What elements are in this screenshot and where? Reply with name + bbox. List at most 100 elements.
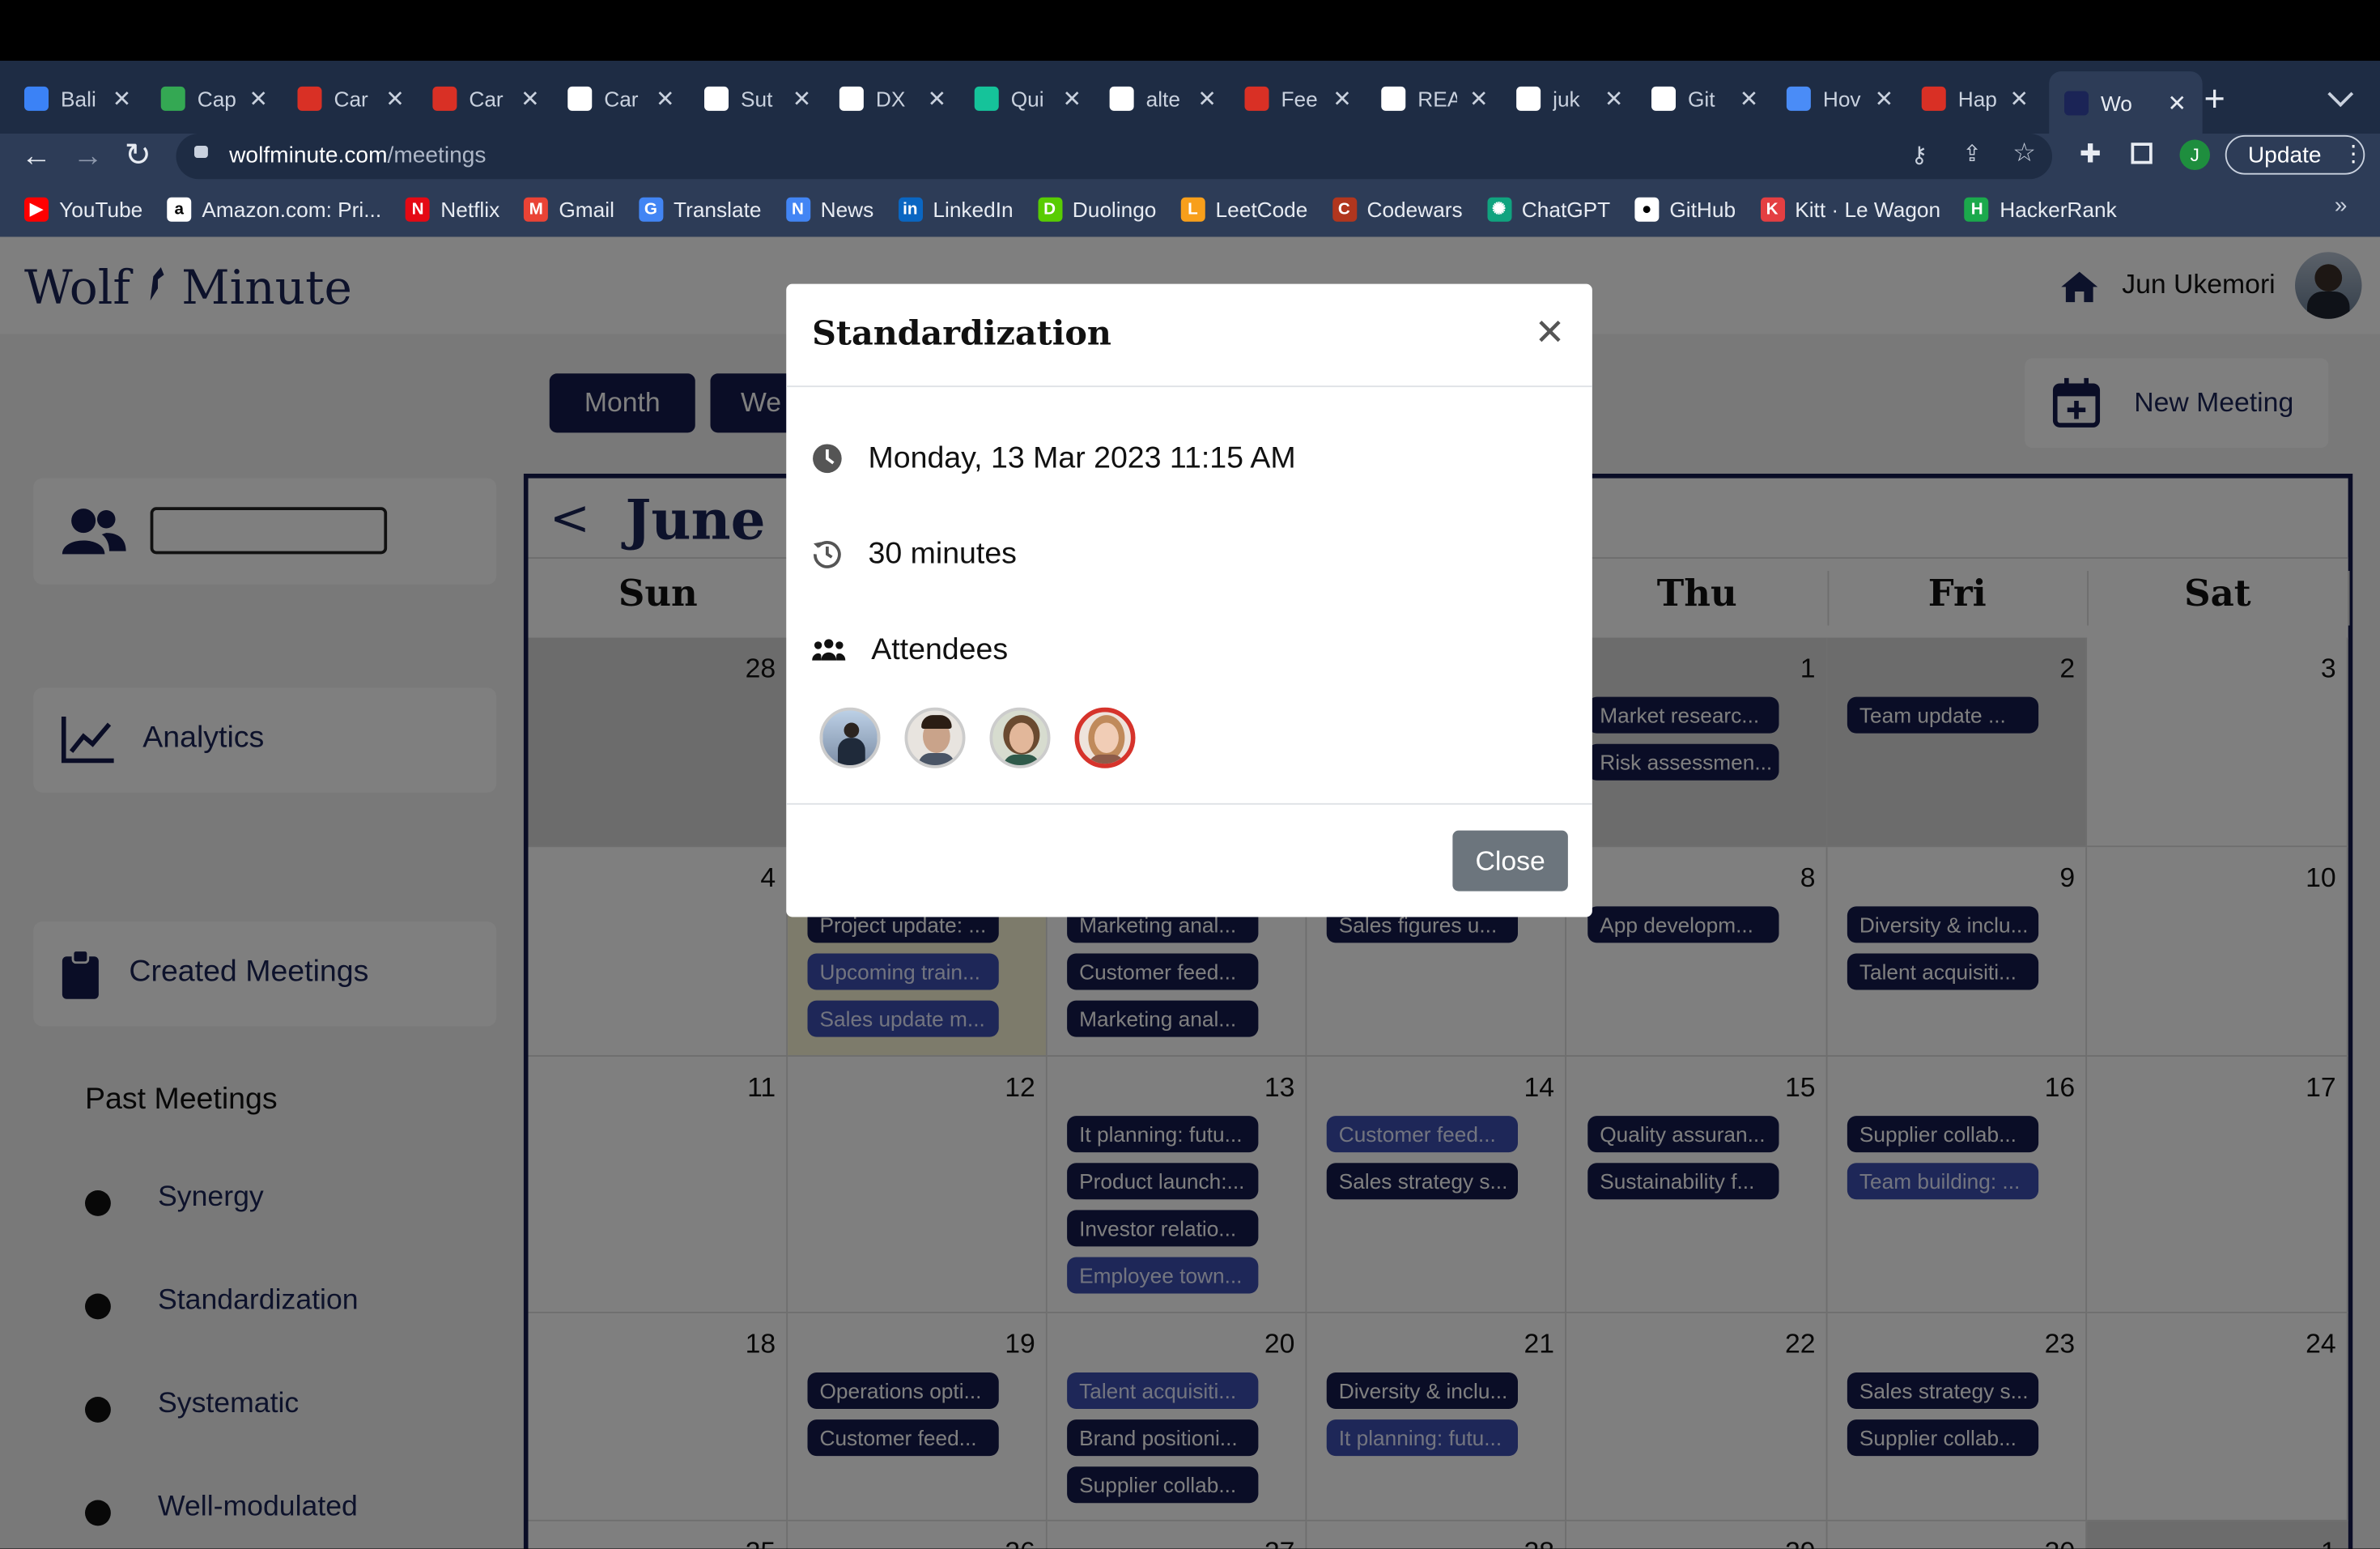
browser-tab[interactable]: Cap ✕ — [160, 73, 269, 125]
browser-tab[interactable]: Hap ✕ — [1921, 73, 2029, 125]
tab-close-icon[interactable]: ✕ — [521, 85, 540, 113]
tab-close-icon[interactable]: ✕ — [656, 85, 675, 113]
key-icon[interactable]: ⚷ — [1911, 141, 1928, 168]
tab-favicon-icon — [24, 86, 49, 111]
attendee-avatar[interactable] — [904, 707, 966, 768]
tab-favicon-icon — [1921, 86, 1946, 111]
close-button[interactable]: Close — [1452, 830, 1568, 892]
menu-dots-icon[interactable]: ⋮ — [2342, 140, 2365, 167]
reload-icon[interactable]: ↻ — [125, 137, 151, 175]
tab-close-icon[interactable]: ✕ — [385, 85, 405, 113]
translate-icon: G — [638, 197, 663, 222]
youtube-icon: ▶ — [24, 197, 49, 222]
bookmark-item[interactable]: a Amazon.com: Pri... — [167, 197, 381, 222]
browser-tab[interactable]: Car ✕ — [297, 73, 405, 125]
back-arrow-icon[interactable]: ← — [21, 140, 52, 175]
tab-title: Bali — [61, 86, 96, 111]
bookmark-item[interactable]: ▶ YouTube — [24, 197, 143, 222]
news-icon: N — [785, 197, 810, 222]
side-panel-icon[interactable] — [2131, 143, 2153, 164]
extensions-icon[interactable]: ✚ — [2080, 140, 2102, 171]
tab-close-icon[interactable]: ✕ — [1469, 85, 1489, 113]
new-tab-button[interactable]: + — [2204, 79, 2225, 122]
profile-avatar[interactable]: J — [2179, 139, 2210, 170]
bookmark-label: HackerRank — [2000, 197, 2117, 222]
browser-tab[interactable]: Fee ✕ — [1244, 73, 1352, 125]
update-label: Update — [2247, 143, 2322, 169]
meeting-detail-modal: Standardization ✕ Monday, 13 Mar 2023 11… — [786, 283, 1592, 917]
bookmark-item[interactable]: C Codewars — [1332, 197, 1463, 222]
browser-tab[interactable]: juk ✕ — [1516, 73, 1623, 125]
attendee-avatar[interactable] — [819, 707, 881, 768]
tab-close-icon[interactable]: ✕ — [928, 85, 947, 113]
codewars-icon: C — [1332, 197, 1357, 222]
browser-tab[interactable]: Git ✕ — [1651, 73, 1758, 125]
gmail-icon: M — [524, 197, 549, 222]
tab-favicon-icon — [567, 86, 593, 111]
tab-close-icon[interactable]: ✕ — [2010, 85, 2029, 113]
modal-header-divider — [786, 385, 1592, 388]
modal-title: Standardization — [812, 314, 1111, 354]
bookmark-item[interactable]: G Translate — [638, 197, 761, 222]
bookmark-label: YouTube — [59, 197, 143, 222]
bookmark-item[interactable]: N News — [785, 197, 873, 222]
tab-favicon-icon — [1651, 86, 1676, 111]
share-icon[interactable]: ⇪ — [1962, 140, 1982, 167]
browser-tab[interactable]: DX ✕ — [839, 73, 946, 125]
bookmark-item[interactable]: M Gmail — [524, 197, 614, 222]
tab-favicon-icon — [160, 86, 185, 111]
tab-favicon-icon — [1109, 86, 1134, 111]
chatgpt-icon: ✺ — [1486, 197, 1511, 222]
bookmark-label: LinkedIn — [933, 197, 1014, 222]
bookmark-label: GitHub — [1669, 197, 1736, 222]
tab-close-icon[interactable]: ✕ — [793, 85, 812, 113]
browser-tab[interactable]: REA ✕ — [1381, 73, 1489, 125]
address-bar[interactable]: wolfminute.com/meetings ⚷ ⇪ ☆ — [176, 134, 2052, 180]
bookmark-item[interactable]: L LeetCode — [1180, 197, 1308, 222]
attendee-avatar[interactable] — [1074, 707, 1136, 768]
bookmark-label: LeetCode — [1215, 197, 1308, 222]
browser-tab[interactable]: alte ✕ — [1109, 73, 1217, 125]
tab-close-icon[interactable]: ✕ — [1875, 85, 1894, 113]
bookmark-label: Netflix — [440, 197, 500, 222]
tab-close-icon[interactable]: ✕ — [2168, 89, 2187, 117]
wolfminute-favicon-icon — [2064, 90, 2089, 115]
tab-title: Hov — [1822, 86, 1861, 111]
attendee-avatar[interactable] — [989, 707, 1051, 768]
tab-close-icon[interactable]: ✕ — [1740, 85, 1759, 113]
tab-title: Car — [469, 86, 504, 111]
bookmark-label: Gmail — [559, 197, 614, 222]
bookmarks-more-icon[interactable]: » — [2335, 193, 2348, 219]
url-text: wolfminute.com/meetings — [229, 143, 487, 169]
tab-close-icon[interactable]: ✕ — [113, 85, 132, 113]
browser-tab[interactable]: Bali ✕ — [24, 73, 131, 125]
bookmark-item[interactable]: D Duolingo — [1037, 197, 1156, 222]
netflix-icon: N — [406, 197, 431, 222]
browser-tab[interactable]: Sut ✕ — [704, 73, 811, 125]
star-icon[interactable]: ☆ — [2012, 138, 2036, 169]
modal-close-icon[interactable]: ✕ — [1535, 311, 1566, 355]
browser-tab[interactable]: Hov ✕ — [1786, 73, 1894, 125]
tab-favicon-icon — [297, 86, 322, 111]
tab-close-icon[interactable]: ✕ — [1197, 85, 1217, 113]
duolingo-icon: D — [1037, 197, 1062, 222]
browser-tab[interactable]: Car ✕ — [432, 73, 540, 125]
browser-tab[interactable]: Car ✕ — [567, 73, 675, 125]
tab-close-icon[interactable]: ✕ — [1063, 85, 1082, 113]
lock-icon — [194, 146, 208, 158]
tab-close-icon[interactable]: ✕ — [1332, 85, 1352, 113]
browser-tab[interactable]: Qui ✕ — [974, 73, 1082, 125]
tab-close-icon[interactable]: ✕ — [1604, 85, 1624, 113]
modal-footer-divider — [786, 802, 1592, 805]
tab-close-icon[interactable]: ✕ — [249, 85, 269, 113]
bookmark-item[interactable]: H HackerRank — [1965, 197, 2117, 222]
tab-favicon-icon — [1244, 86, 1269, 111]
forward-arrow-icon[interactable]: → — [73, 140, 104, 175]
bookmark-item[interactable]: ● GitHub — [1634, 197, 1736, 222]
tab-active[interactable]: Wo ✕ — [2049, 71, 2202, 134]
bookmark-item[interactable]: K Kitt · Le Wagon — [1760, 197, 1940, 222]
bookmark-item[interactable]: N Netflix — [406, 197, 500, 222]
bookmark-item[interactable]: ✺ ChatGPT — [1486, 197, 1610, 222]
bookmark-item[interactable]: in LinkedIn — [898, 197, 1014, 222]
update-button[interactable]: Update ⋮ — [2225, 134, 2365, 175]
